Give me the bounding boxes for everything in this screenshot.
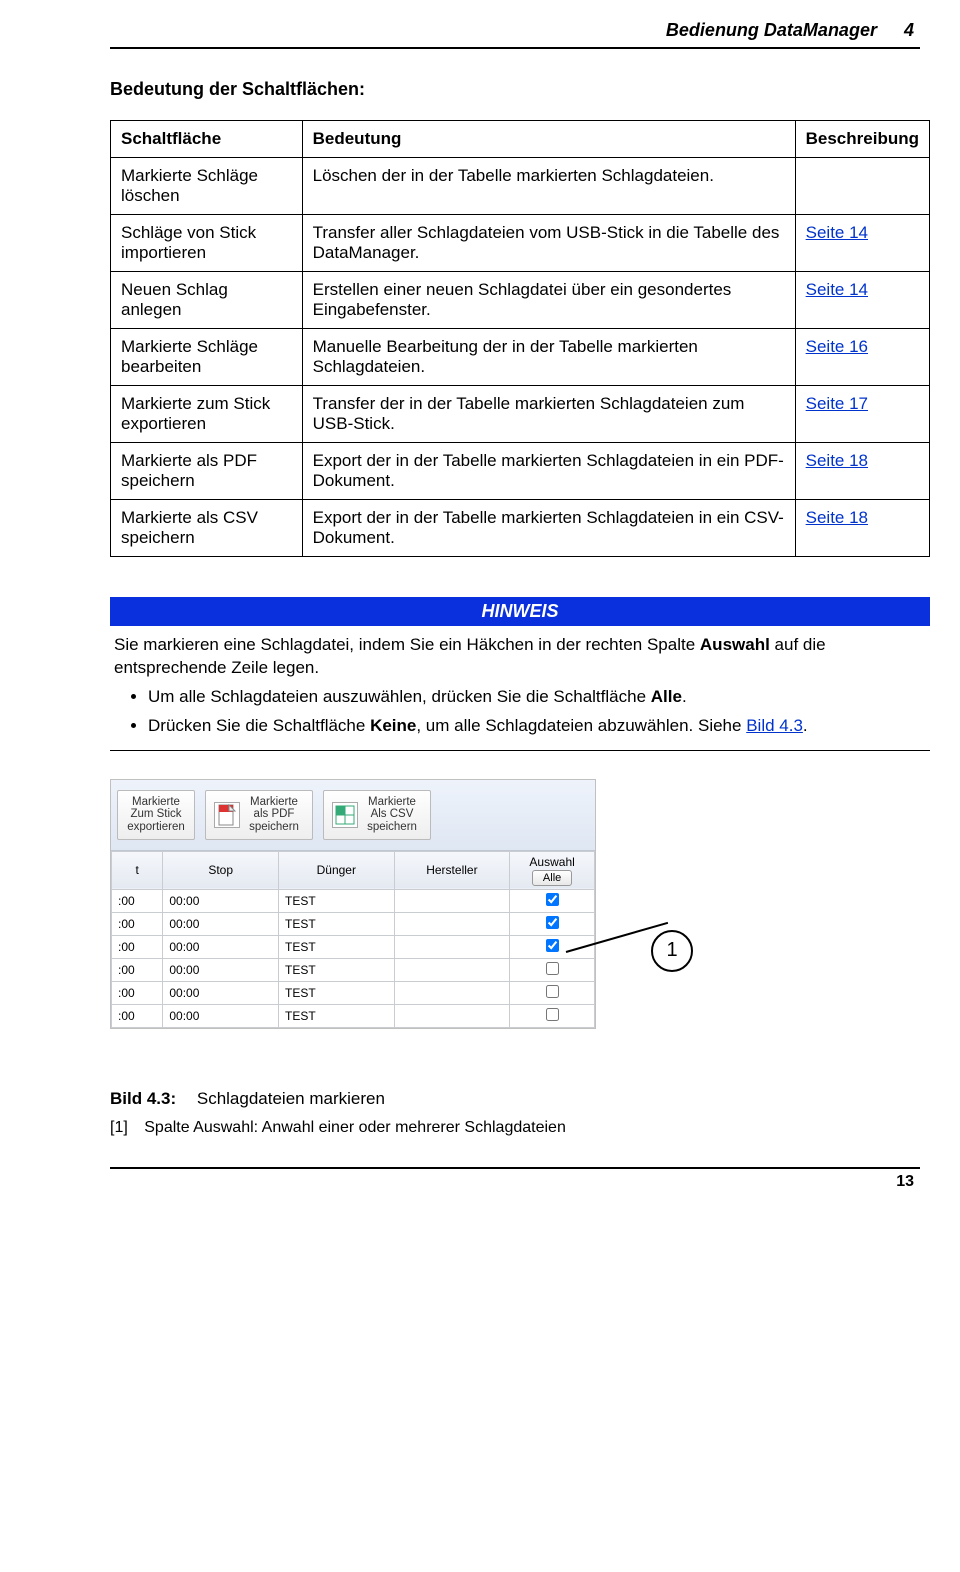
page-link[interactable]: Seite 18 bbox=[806, 451, 868, 470]
row-checkbox[interactable] bbox=[546, 939, 559, 952]
section-heading: Bedeutung der Schaltflächen: bbox=[110, 79, 920, 100]
toolbar: Markierte Zum Stick exportieren Markiert… bbox=[111, 780, 595, 851]
grid-row: :00 00:00 TEST bbox=[112, 889, 595, 912]
th-schaltflaeche: Schaltfläche bbox=[111, 121, 303, 158]
grid-row: :00 00:00 TEST bbox=[112, 958, 595, 981]
legend-num: [1] bbox=[110, 1119, 128, 1136]
table-row: Markierte als CSV speichern Export der i… bbox=[111, 500, 930, 557]
spreadsheet-icon bbox=[332, 802, 358, 828]
grid-row: :00 00:00 TEST bbox=[112, 935, 595, 958]
cell-name: Markierte Schläge bearbeiten bbox=[111, 329, 303, 386]
cell-name: Markierte Schläge löschen bbox=[111, 158, 303, 215]
cell-name: Markierte als CSV speichern bbox=[111, 500, 303, 557]
see-bild-link[interactable]: Bild 4.3 bbox=[746, 716, 803, 735]
note-intro-pre: Sie markieren eine Schlagdatei, indem Si… bbox=[114, 635, 700, 654]
th-beschreibung: Beschreibung bbox=[795, 121, 929, 158]
grid-row: :00 00:00 TEST bbox=[112, 981, 595, 1004]
page-link[interactable]: Seite 14 bbox=[806, 280, 868, 299]
page-link[interactable]: Seite 16 bbox=[806, 337, 868, 356]
row-checkbox[interactable] bbox=[546, 893, 559, 906]
cell-name: Markierte zum Stick exportieren bbox=[111, 386, 303, 443]
cell-meaning: Transfer der in der Tabelle markierten S… bbox=[302, 386, 795, 443]
cell-name: Neuen Schlag anlegen bbox=[111, 272, 303, 329]
running-header: Bedienung DataManager 4 bbox=[110, 20, 920, 41]
note-bullet: Um alle Schlagdateien auszuwählen, drück… bbox=[148, 686, 926, 709]
cell-name: Markierte als PDF speichern bbox=[111, 443, 303, 500]
grid-header-auswahl: Auswahl Alle bbox=[510, 851, 595, 889]
note-title: HINWEIS bbox=[110, 597, 930, 626]
figure-caption: Bild 4.3: Schlagdateien markieren bbox=[110, 1089, 920, 1109]
cell-meaning: Transfer aller Schlagdateien vom USB-Sti… bbox=[302, 215, 795, 272]
caption-text: Schlagdateien markieren bbox=[197, 1089, 385, 1108]
header-title: Bedienung DataManager bbox=[666, 20, 877, 40]
cell-desc: Seite 16 bbox=[795, 329, 929, 386]
header-rule bbox=[110, 47, 920, 49]
callout-circle: 1 bbox=[651, 930, 693, 972]
table-row: Neuen Schlag anlegen Erstellen einer neu… bbox=[111, 272, 930, 329]
note-intro-bold: Auswahl bbox=[700, 635, 770, 654]
callout-number: 1 bbox=[666, 939, 677, 962]
row-checkbox[interactable] bbox=[546, 962, 559, 975]
toolbar-button-save-csv[interactable]: Markierte Als CSV speichern bbox=[323, 790, 431, 840]
cell-desc: Seite 18 bbox=[795, 443, 929, 500]
callout: 1 bbox=[651, 930, 693, 972]
pdf-icon bbox=[214, 802, 240, 828]
toolbar-button-export-stick[interactable]: Markierte Zum Stick exportieren bbox=[117, 790, 195, 840]
row-checkbox[interactable] bbox=[546, 985, 559, 998]
note-box: HINWEIS Sie markieren eine Schlagdatei, … bbox=[110, 597, 930, 751]
page-link[interactable]: Seite 14 bbox=[806, 223, 868, 242]
footer-page-number: 13 bbox=[110, 1169, 920, 1191]
grid-table: t Stop Dünger Hersteller Auswahl Alle :0… bbox=[111, 851, 595, 1028]
toolbar-label: Markierte Zum Stick exportieren bbox=[126, 796, 186, 834]
th-bedeutung: Bedeutung bbox=[302, 121, 795, 158]
note-body: Sie markieren eine Schlagdatei, indem Si… bbox=[110, 626, 930, 751]
grid-header-stop: Stop bbox=[163, 851, 279, 889]
caption-label: Bild 4.3: bbox=[110, 1089, 176, 1108]
table-row: Schläge von Stick importieren Transfer a… bbox=[111, 215, 930, 272]
page-link[interactable]: Seite 18 bbox=[806, 508, 868, 527]
alle-button[interactable]: Alle bbox=[532, 870, 572, 886]
row-checkbox[interactable] bbox=[546, 916, 559, 929]
cell-name: Schläge von Stick importieren bbox=[111, 215, 303, 272]
table-row: Markierte Schläge bearbeiten Manuelle Be… bbox=[111, 329, 930, 386]
row-checkbox[interactable] bbox=[546, 1008, 559, 1021]
cell-desc: Seite 14 bbox=[795, 272, 929, 329]
grid-header-duenger: Dünger bbox=[278, 851, 394, 889]
toolbar-label: Markierte Als CSV speichern bbox=[362, 796, 422, 834]
grid-row: :00 00:00 TEST bbox=[112, 1004, 595, 1027]
cell-desc bbox=[795, 158, 929, 215]
grid-row: :00 00:00 TEST bbox=[112, 912, 595, 935]
cell-desc: Seite 14 bbox=[795, 215, 929, 272]
legend-text: Spalte Auswahl: Anwahl einer oder mehrer… bbox=[144, 1119, 566, 1136]
cell-desc: Seite 17 bbox=[795, 386, 929, 443]
toolbar-button-save-pdf[interactable]: Markierte als PDF speichern bbox=[205, 790, 313, 840]
note-bullet: Drücken Sie die Schaltfläche Keine, um a… bbox=[148, 715, 926, 738]
screenshot-bild-4-3: Markierte Zum Stick exportieren Markiert… bbox=[110, 779, 596, 1029]
cell-meaning: Export der in der Tabelle markierten Sch… bbox=[302, 443, 795, 500]
definitions-table: Schaltfläche Bedeutung Beschreibung Mark… bbox=[110, 120, 930, 557]
grid-header-t: t bbox=[112, 851, 163, 889]
page-link[interactable]: Seite 17 bbox=[806, 394, 868, 413]
cell-meaning: Manuelle Bearbeitung der in der Tabelle … bbox=[302, 329, 795, 386]
header-chapter: 4 bbox=[904, 20, 914, 41]
toolbar-label: Markierte als PDF speichern bbox=[244, 796, 304, 834]
table-row: Markierte als PDF speichern Export der i… bbox=[111, 443, 930, 500]
table-row: Markierte zum Stick exportieren Transfer… bbox=[111, 386, 930, 443]
cell-meaning: Löschen der in der Tabelle markierten Sc… bbox=[302, 158, 795, 215]
cell-meaning: Export der in der Tabelle markierten Sch… bbox=[302, 500, 795, 557]
grid-header-hersteller: Hersteller bbox=[394, 851, 510, 889]
cell-desc: Seite 18 bbox=[795, 500, 929, 557]
auswahl-label: Auswahl bbox=[516, 855, 588, 869]
table-row: Markierte Schläge löschen Löschen der in… bbox=[111, 158, 930, 215]
figure-legend: [1] Spalte Auswahl: Anwahl einer oder me… bbox=[110, 1119, 920, 1137]
cell-meaning: Erstellen einer neuen Schlagdatei über e… bbox=[302, 272, 795, 329]
